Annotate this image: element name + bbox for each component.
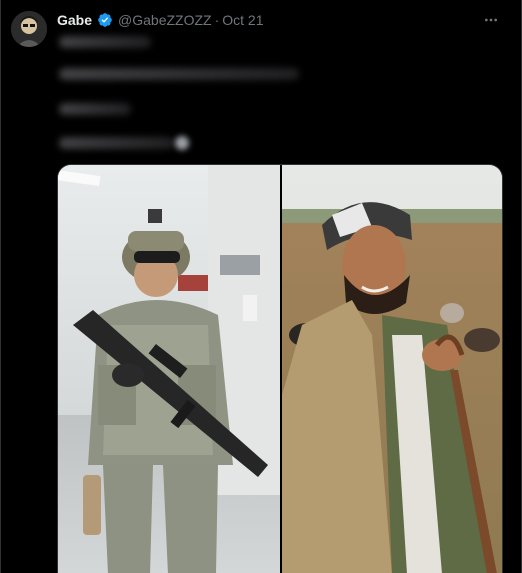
blurred-text-line: [59, 68, 299, 80]
tweet-media-grid[interactable]: [57, 164, 503, 573]
more-options-button[interactable]: [481, 10, 501, 30]
verified-badge-icon: [98, 13, 112, 27]
soldier-photo[interactable]: [58, 165, 280, 573]
author-handle[interactable]: @GabeZZOZZ: [118, 11, 212, 29]
more-options-icon: [485, 18, 497, 22]
soldier-photo-image: [58, 165, 280, 573]
author-avatar[interactable]: [11, 11, 47, 47]
blurred-text-line: [59, 103, 131, 115]
tribesman-photo-image: [282, 165, 502, 573]
header-separator: ·: [214, 12, 220, 28]
blurred-emoji: [175, 136, 189, 150]
blurred-text-line: [59, 137, 174, 149]
tweet-timestamp[interactable]: Oct 21: [222, 11, 263, 29]
avatar-image: [11, 11, 47, 47]
blurred-text-line: [59, 36, 151, 48]
tweet-card[interactable]: Gabe @GabeZZOZZ · Oct 21: [0, 0, 522, 573]
author-name[interactable]: Gabe: [57, 11, 92, 29]
tweet-header: Gabe @GabeZZOZZ · Oct 21: [57, 11, 264, 29]
tribesman-photo[interactable]: [282, 165, 502, 573]
